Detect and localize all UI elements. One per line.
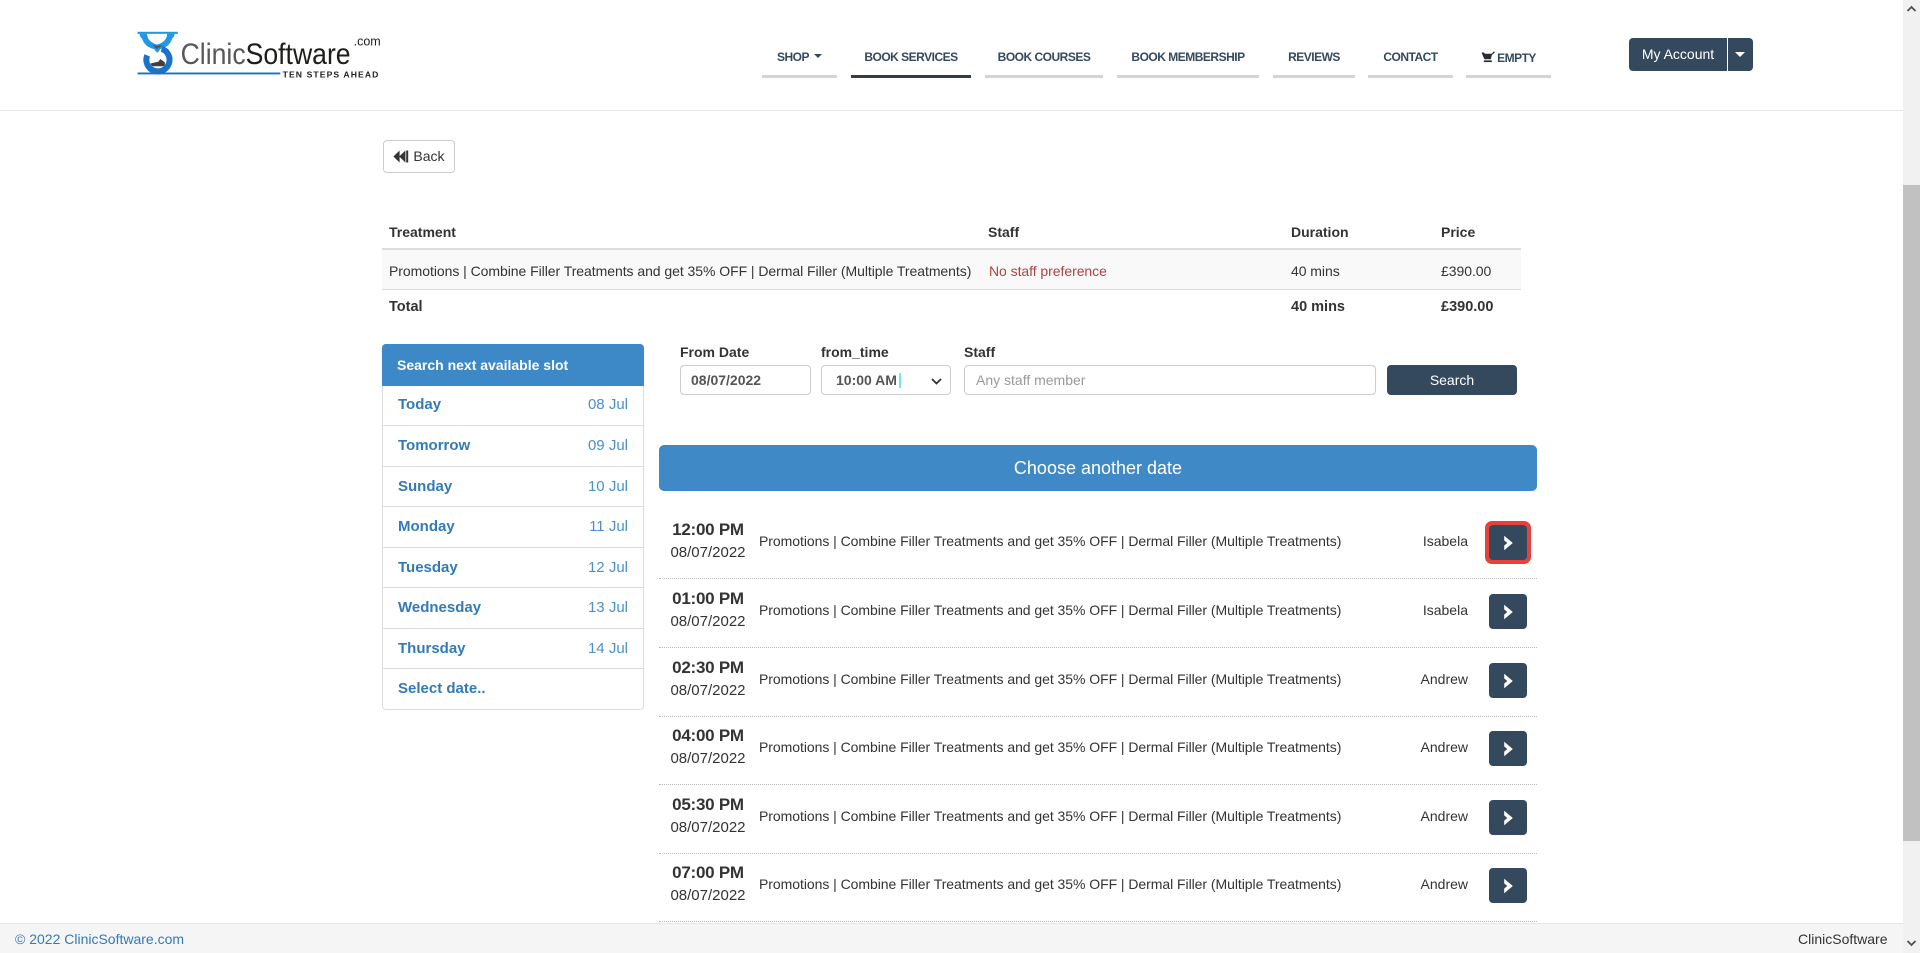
svg-text:TEN STEPS AHEAD: TEN STEPS AHEAD bbox=[283, 69, 380, 79]
svg-text:ClinicSoftware: ClinicSoftware bbox=[181, 37, 351, 71]
svg-text:.com: .com bbox=[354, 34, 381, 48]
